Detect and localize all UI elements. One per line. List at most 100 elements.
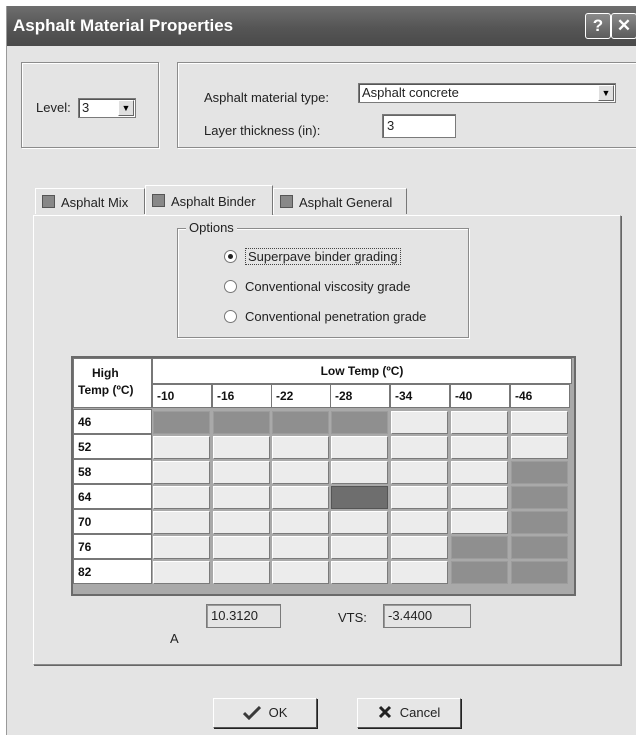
grade-cell-52-m28[interactable] bbox=[331, 436, 388, 459]
grade-cell-70-m22[interactable] bbox=[272, 511, 329, 534]
tab-label: Asphalt Binder bbox=[171, 194, 256, 209]
grade-cell-58-m28[interactable] bbox=[331, 461, 388, 484]
low-temp-column-header: -16 bbox=[212, 384, 272, 408]
low-temp-column-header: -22 bbox=[271, 384, 331, 408]
grade-cell-82-m16[interactable] bbox=[213, 561, 270, 584]
grade-cell-52-m16[interactable] bbox=[213, 436, 270, 459]
material-type-label: Asphalt material type: bbox=[204, 90, 330, 105]
material-type-select[interactable]: Asphalt concrete ▼ bbox=[358, 83, 616, 103]
tab-asphalt-binder[interactable]: Asphalt Binder bbox=[145, 185, 273, 215]
grade-cell-64-m34[interactable] bbox=[391, 486, 448, 509]
grade-cell-58-m22[interactable] bbox=[272, 461, 329, 484]
chevron-down-icon[interactable]: ▼ bbox=[598, 85, 614, 101]
high-temp-row-header: 76 bbox=[73, 534, 152, 559]
grade-cell-82-m22[interactable] bbox=[272, 561, 329, 584]
level-label: Level: bbox=[36, 100, 71, 115]
tab-label: Asphalt General bbox=[299, 195, 393, 210]
help-button[interactable]: ? bbox=[585, 13, 611, 39]
grade-cell-46-m34[interactable] bbox=[391, 411, 448, 434]
high-label: High bbox=[92, 366, 119, 380]
cancel-button[interactable]: Cancel bbox=[357, 698, 461, 728]
radio-icon[interactable] bbox=[224, 280, 237, 293]
grade-cell-76-m34[interactable] bbox=[391, 536, 448, 559]
low-temp-header: Low Temp (ºC) bbox=[152, 358, 572, 384]
grade-cell-58-m16[interactable] bbox=[213, 461, 270, 484]
grade-cell-46-m22[interactable] bbox=[272, 411, 329, 434]
grade-cell-82-m34[interactable] bbox=[391, 561, 448, 584]
grade-cell-46-m28[interactable] bbox=[331, 411, 388, 434]
cancel-label: Cancel bbox=[399, 705, 441, 720]
grade-cell-76-m28[interactable] bbox=[331, 536, 388, 559]
options-group: Options Superpave binder grading Convent… bbox=[177, 220, 469, 338]
close-button[interactable]: ✕ bbox=[611, 13, 636, 39]
dialog-window: Asphalt Material Properties ? ✕ Level: 3… bbox=[6, 6, 636, 735]
low-temp-column-header: -40 bbox=[450, 384, 510, 408]
grade-cell-52-m34[interactable] bbox=[391, 436, 448, 459]
tab-square-icon bbox=[152, 194, 165, 207]
grade-cell-58-m46[interactable] bbox=[511, 461, 568, 484]
grade-cell-52-m10[interactable] bbox=[153, 436, 210, 459]
level-select[interactable]: 3 ▼ bbox=[78, 98, 136, 118]
grade-cell-46-m16[interactable] bbox=[213, 411, 270, 434]
grade-cell-76-m16[interactable] bbox=[213, 536, 270, 559]
low-temp-column-header: -46 bbox=[510, 384, 570, 408]
grade-cell-76-m46[interactable] bbox=[511, 536, 568, 559]
tab-asphalt-mix[interactable]: Asphalt Mix bbox=[35, 188, 145, 214]
grade-cell-76-m40[interactable] bbox=[451, 536, 508, 559]
high-temp-row-header: 46 bbox=[73, 409, 152, 434]
grade-cell-64-m40[interactable] bbox=[451, 486, 508, 509]
high-temp-label: Temp (ºC) bbox=[78, 383, 134, 397]
x-icon bbox=[378, 701, 392, 729]
grade-cell-64-m28[interactable] bbox=[331, 486, 388, 509]
tab-square-icon bbox=[42, 195, 55, 208]
grade-cell-52-m46[interactable] bbox=[511, 436, 568, 459]
grade-cell-58-m10[interactable] bbox=[153, 461, 210, 484]
options-legend: Options bbox=[186, 220, 237, 235]
radio-label: Conventional viscosity grade bbox=[245, 279, 411, 294]
layer-thickness-input[interactable]: 3 bbox=[382, 114, 456, 138]
radio-selected-icon[interactable] bbox=[224, 250, 237, 263]
level-group: Level: 3 ▼ bbox=[21, 62, 159, 148]
grade-cell-70-m46[interactable] bbox=[511, 511, 568, 534]
grade-cell-64-m46[interactable] bbox=[511, 486, 568, 509]
window-title: Asphalt Material Properties bbox=[13, 16, 234, 35]
grade-cell-70-m28[interactable] bbox=[331, 511, 388, 534]
grade-cell-64-m10[interactable] bbox=[153, 486, 210, 509]
grade-cell-82-m40[interactable] bbox=[451, 561, 508, 584]
a-value-field: 10.3120 bbox=[206, 604, 281, 628]
grade-cell-52-m22[interactable] bbox=[272, 436, 329, 459]
grade-cell-52-m40[interactable] bbox=[451, 436, 508, 459]
radio-icon[interactable] bbox=[224, 310, 237, 323]
radio-label: Superpave binder grading bbox=[245, 248, 401, 265]
grade-cell-46-m10[interactable] bbox=[153, 411, 210, 434]
low-temp-column-header: -10 bbox=[152, 384, 212, 408]
grade-cell-46-m40[interactable] bbox=[451, 411, 508, 434]
grade-cell-70-m16[interactable] bbox=[213, 511, 270, 534]
ok-button[interactable]: OK bbox=[213, 698, 317, 728]
grade-cell-70-m40[interactable] bbox=[451, 511, 508, 534]
grade-cell-58-m34[interactable] bbox=[391, 461, 448, 484]
grade-cell-82-m10[interactable] bbox=[153, 561, 210, 584]
grade-cell-70-m10[interactable] bbox=[153, 511, 210, 534]
radio-viscosity[interactable]: Conventional viscosity grade bbox=[224, 279, 410, 294]
grade-cell-58-m40[interactable] bbox=[451, 461, 508, 484]
grade-cell-76-m22[interactable] bbox=[272, 536, 329, 559]
grade-cell-70-m34[interactable] bbox=[391, 511, 448, 534]
tab-square-icon bbox=[280, 195, 293, 208]
grade-cell-64-m22[interactable] bbox=[272, 486, 329, 509]
level-value: 3 bbox=[82, 100, 90, 115]
high-temp-row-header: 70 bbox=[73, 509, 152, 534]
grade-cell-76-m10[interactable] bbox=[153, 536, 210, 559]
radio-superpave[interactable]: Superpave binder grading bbox=[224, 248, 401, 265]
grade-cell-64-m16[interactable] bbox=[213, 486, 270, 509]
grade-cell-46-m46[interactable] bbox=[511, 411, 568, 434]
low-temp-column-header: -34 bbox=[390, 384, 450, 408]
grade-cell-82-m28[interactable] bbox=[331, 561, 388, 584]
chevron-down-icon[interactable]: ▼ bbox=[118, 100, 134, 116]
tab-asphalt-general[interactable]: Asphalt General bbox=[273, 188, 407, 214]
grid-corner-header: High Temp (ºC) bbox=[73, 358, 152, 408]
radio-penetration[interactable]: Conventional penetration grade bbox=[224, 309, 426, 324]
high-temp-row-header: 58 bbox=[73, 459, 152, 484]
grade-cell-82-m46[interactable] bbox=[511, 561, 568, 584]
ok-label: OK bbox=[268, 705, 288, 720]
